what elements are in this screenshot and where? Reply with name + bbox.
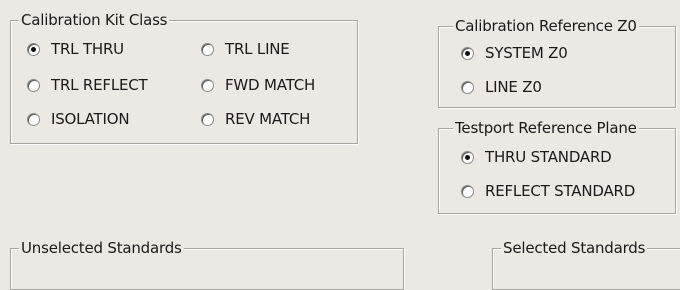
radio-rev-match[interactable]: REV MATCH — [201, 109, 310, 129]
radio-thru-standard[interactable]: THRU STANDARD — [461, 147, 612, 167]
radio-label: TRL REFLECT — [51, 76, 148, 94]
radio-indicator-icon — [461, 150, 474, 164]
radio-indicator-icon — [27, 78, 40, 92]
radio-system-z0[interactable]: SYSTEM Z0 — [461, 43, 568, 63]
calibration-kit-class-group: Calibration Kit Class TRL THRU TRL LINE … — [10, 11, 358, 144]
radio-isolation[interactable]: ISOLATION — [27, 109, 130, 129]
radio-fwd-match[interactable]: FWD MATCH — [201, 75, 315, 95]
testport-reference-plane-title: Testport Reference Plane — [453, 119, 639, 137]
radio-label: FWD MATCH — [225, 76, 316, 94]
radio-indicator-icon — [27, 112, 40, 126]
radio-label: TRL THRU — [51, 40, 124, 58]
calibration-reference-z0-group: Calibration Reference Z0 SYSTEM Z0 LINE … — [438, 17, 676, 108]
radio-reflect-standard[interactable]: REFLECT STANDARD — [461, 181, 635, 201]
radio-trl-line[interactable]: TRL LINE — [201, 39, 290, 59]
radio-indicator-icon — [461, 184, 474, 198]
radio-label: THRU STANDARD — [485, 148, 612, 166]
radio-line-z0[interactable]: LINE Z0 — [461, 77, 542, 97]
radio-indicator-icon — [201, 42, 214, 56]
radio-indicator-icon — [201, 112, 214, 126]
radio-label: ISOLATION — [51, 110, 130, 128]
selected-standards-group: Selected Standards — [492, 239, 680, 290]
unselected-standards-title: Unselected Standards — [19, 239, 184, 257]
testport-reference-plane-group: Testport Reference Plane THRU STANDARD R… — [438, 119, 676, 214]
selected-standards-title: Selected Standards — [501, 239, 648, 257]
radio-label: LINE Z0 — [485, 78, 542, 96]
unselected-standards-group: Unselected Standards — [10, 239, 404, 290]
radio-indicator-icon — [201, 78, 214, 92]
radio-trl-thru[interactable]: TRL THRU — [27, 39, 124, 59]
radio-indicator-icon — [27, 42, 40, 56]
radio-trl-reflect[interactable]: TRL REFLECT — [27, 75, 148, 95]
calibration-kit-class-title: Calibration Kit Class — [19, 11, 170, 29]
radio-indicator-icon — [461, 80, 474, 94]
calibration-reference-z0-title: Calibration Reference Z0 — [453, 17, 639, 35]
radio-indicator-icon — [461, 46, 474, 60]
radio-label: TRL LINE — [225, 40, 290, 58]
radio-label: REV MATCH — [225, 110, 311, 128]
radio-label: SYSTEM Z0 — [485, 44, 568, 62]
radio-label: REFLECT STANDARD — [485, 182, 636, 200]
